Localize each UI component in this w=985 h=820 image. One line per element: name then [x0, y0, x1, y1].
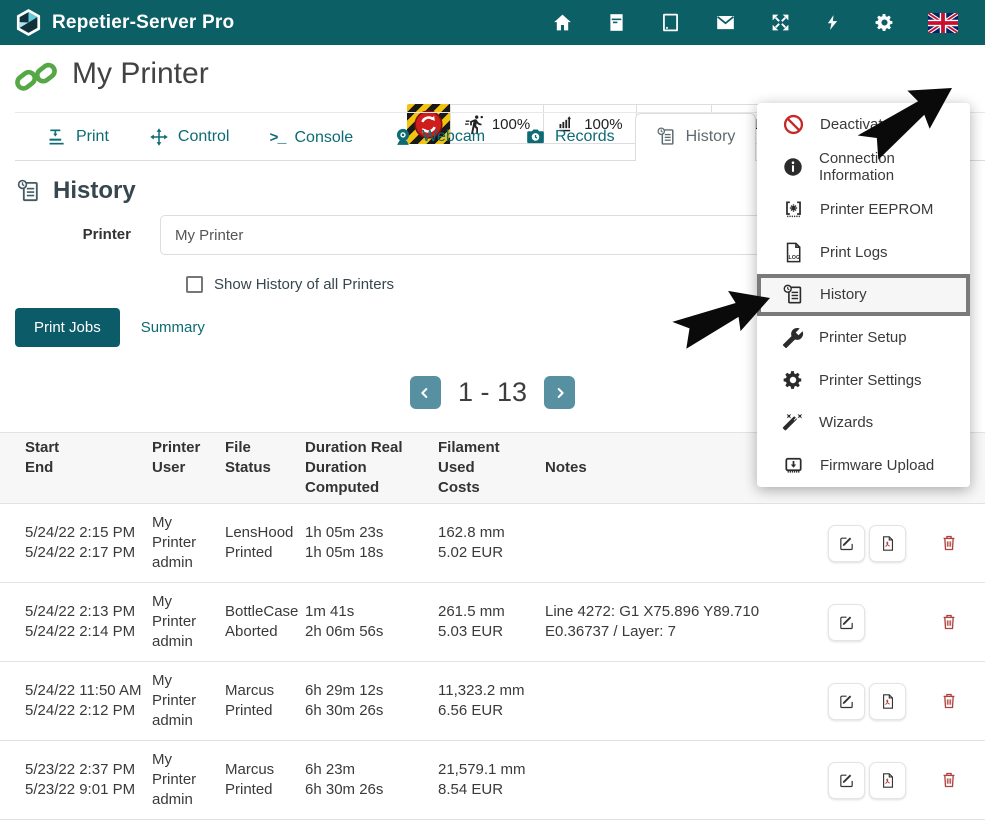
firmware-upload-icon: [782, 454, 805, 477]
tab-console-label: Console: [295, 129, 354, 147]
menu-item-wizards[interactable]: Wizards: [757, 402, 970, 445]
edit-note-button[interactable]: [828, 762, 865, 799]
navbar-icons: [552, 12, 958, 33]
table-row: 5/24/22 2:13 PM5/24/22 2:14 PM My Printe…: [0, 583, 985, 662]
notes-cell: Line 4272: G1 X75.896 Y89.710 E0.36737 /…: [545, 602, 828, 642]
table-row: 5/23/22 2:37 PM5/23/22 9:01 PM My Printe…: [0, 741, 985, 820]
tab-control[interactable]: Control: [129, 115, 250, 160]
global-settings-icon[interactable]: [874, 12, 895, 33]
tab-records[interactable]: Records: [505, 114, 635, 160]
show-all-printers-checkbox[interactable]: [186, 276, 203, 293]
menu-item-print-logs[interactable]: Print Logs: [757, 231, 970, 274]
tab-records-label: Records: [555, 128, 615, 146]
pdf-report-button[interactable]: [869, 525, 906, 562]
tab-webcam[interactable]: Webcam: [373, 115, 505, 160]
tab-history[interactable]: History: [635, 113, 757, 161]
quick-actions-icon[interactable]: [824, 12, 841, 33]
tab-webcam-label: Webcam: [422, 128, 485, 146]
page-range: 1 - 13: [458, 377, 527, 408]
info-icon: [782, 156, 804, 178]
delete-entry-button[interactable]: [935, 608, 963, 636]
print-jobs-button[interactable]: Print Jobs: [15, 308, 120, 347]
tab-print-label: Print: [76, 128, 109, 146]
top-navbar: Repetier-Server Pro: [0, 0, 985, 45]
view-switch-row: Print Jobs Summary: [15, 308, 205, 347]
print-icon: [47, 127, 67, 147]
eeprom-chip-icon: [782, 198, 805, 221]
menu-item-printer-settings[interactable]: Printer Settings: [757, 359, 970, 402]
menu-item-deactivate[interactable]: Deactivate: [757, 103, 970, 146]
page-heading: History: [16, 177, 136, 205]
tab-control-label: Control: [178, 128, 230, 146]
tab-print[interactable]: Print: [27, 115, 129, 160]
menu-item-firmware-upload[interactable]: Firmware Upload: [757, 444, 970, 487]
menu-item-history[interactable]: History: [757, 274, 970, 317]
home-icon[interactable]: [552, 12, 573, 33]
menu-item-connection-information[interactable]: Connection Information: [757, 146, 970, 189]
pdf-report-button[interactable]: [869, 762, 906, 799]
tab-history-label: History: [686, 128, 736, 146]
delete-entry-button[interactable]: [935, 766, 963, 794]
wrench-icon: [782, 327, 804, 349]
edit-note-button[interactable]: [828, 604, 865, 641]
edit-note-button[interactable]: [828, 525, 865, 562]
tab-console[interactable]: >_ Console: [249, 117, 373, 160]
edit-note-button[interactable]: [828, 683, 865, 720]
records-icon: [525, 126, 546, 147]
log-document-icon: [782, 241, 805, 264]
printer-connected-icon[interactable]: [14, 58, 58, 96]
printer-name-title: My Printer: [72, 57, 209, 91]
menu-item-printer-eeprom[interactable]: Printer EEPROM: [757, 188, 970, 231]
touchscreen-icon[interactable]: [660, 12, 681, 33]
show-all-printers-row: Show History of all Printers: [186, 276, 394, 293]
magic-wand-icon: [782, 412, 804, 434]
previous-page-button[interactable]: [410, 376, 441, 409]
page-title: History: [53, 177, 136, 205]
next-page-button[interactable]: [544, 376, 575, 409]
menu-item-printer-setup[interactable]: Printer Setup: [757, 316, 970, 359]
delete-entry-button[interactable]: [935, 687, 963, 715]
history-icon: [782, 283, 805, 306]
webcam-icon: [393, 127, 413, 147]
delete-entry-button[interactable]: [935, 529, 963, 557]
gear-icon: [782, 369, 804, 391]
show-all-printers-label: Show History of all Printers: [214, 276, 394, 293]
printer-select-label: Printer: [0, 215, 160, 255]
pdf-report-button[interactable]: [869, 683, 906, 720]
printer-select-value: My Printer: [175, 227, 243, 244]
printer-icon[interactable]: [606, 12, 627, 33]
fullscreen-icon[interactable]: [770, 12, 791, 33]
table-row: 5/24/22 11:50 AM5/24/22 2:12 PM My Print…: [0, 662, 985, 741]
summary-link[interactable]: Summary: [141, 319, 205, 336]
table-row: 5/24/22 2:15 PM5/24/22 2:17 PM My Printe…: [0, 504, 985, 583]
deactivate-icon: [782, 113, 805, 136]
console-icon: >_: [269, 130, 285, 147]
messages-icon[interactable]: [714, 12, 737, 33]
history-table: StartEnd PrinterUser FileStatus Duration…: [0, 432, 985, 820]
printer-titlebar: My Printer 100%: [0, 45, 985, 112]
brand[interactable]: Repetier-Server Pro: [15, 8, 234, 37]
repetier-logo-icon: [15, 8, 42, 37]
app-title: Repetier-Server Pro: [52, 12, 234, 34]
language-flag-icon[interactable]: [928, 13, 958, 33]
printer-context-menu: Deactivate Connection Information Printe…: [757, 103, 970, 487]
control-icon: [149, 127, 169, 147]
